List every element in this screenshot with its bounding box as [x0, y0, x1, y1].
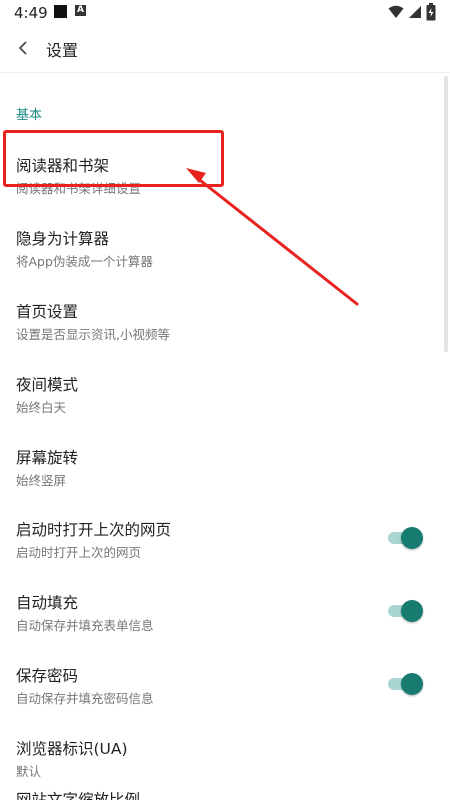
annotation-highlight-box: [3, 130, 224, 187]
setting-screen-rotation[interactable]: 屏幕旋转 始终竖屏: [0, 430, 440, 502]
setting-text-zoom[interactable]: 网站文字缩放比例: [0, 778, 440, 800]
setting-title: 自动填充: [16, 594, 79, 612]
setting-disguise-calculator[interactable]: 隐身为计算器 将App伪装成一个计算器: [0, 211, 440, 283]
setting-subtitle: 自动保存并填充密码信息: [16, 691, 154, 706]
app-bar: 设置: [0, 26, 450, 73]
setting-subtitle: 将App伪装成一个计算器: [16, 254, 153, 269]
setting-subtitle: 始终竖屏: [16, 473, 67, 488]
battery-icon: [426, 3, 436, 21]
scrollbar[interactable]: [444, 76, 448, 352]
toggle-thumb: [401, 527, 423, 549]
setting-subtitle: 启动时打开上次的网页: [16, 545, 142, 560]
setting-restore-last-page[interactable]: 启动时打开上次的网页 启动时打开上次的网页: [0, 502, 440, 574]
setting-subtitle: 始终白天: [16, 400, 67, 415]
setting-title: 屏幕旋转: [16, 449, 79, 467]
wifi-icon: [388, 5, 404, 18]
setting-title: 网站文字缩放比例: [16, 791, 141, 800]
setting-title: 夜间模式: [16, 376, 79, 394]
setting-title: 首页设置: [16, 303, 79, 321]
setting-autofill[interactable]: 自动填充 自动保存并填充表单信息: [0, 575, 440, 647]
save-password-toggle[interactable]: [388, 673, 423, 695]
signal-icon: [409, 6, 421, 18]
page-title: 设置: [46, 41, 79, 60]
section-header-basic: 基本: [16, 108, 43, 123]
notification-app-icon: A: [75, 5, 86, 16]
setting-save-password[interactable]: 保存密码 自动保存并填充密码信息: [0, 648, 440, 720]
setting-subtitle: 设置是否显示资讯,小视频等: [16, 327, 170, 342]
toggle-thumb: [401, 673, 423, 695]
toggle-thumb: [401, 600, 423, 622]
setting-subtitle: 自动保存并填充表单信息: [16, 618, 154, 633]
status-bar: 4:49 A: [0, 0, 450, 26]
setting-title: 启动时打开上次的网页: [16, 521, 172, 539]
status-time: 4:49: [14, 4, 48, 22]
setting-title: 隐身为计算器: [16, 230, 110, 248]
notification-square-icon: [54, 5, 67, 18]
back-arrow-icon[interactable]: [14, 38, 34, 58]
setting-title: 浏览器标识(UA): [16, 740, 128, 758]
restore-last-page-toggle[interactable]: [388, 527, 423, 549]
autofill-toggle[interactable]: [388, 600, 423, 622]
setting-night-mode[interactable]: 夜间模式 始终白天: [0, 357, 440, 429]
setting-title: 保存密码: [16, 667, 79, 685]
setting-homepage[interactable]: 首页设置 设置是否显示资讯,小视频等: [0, 284, 440, 356]
